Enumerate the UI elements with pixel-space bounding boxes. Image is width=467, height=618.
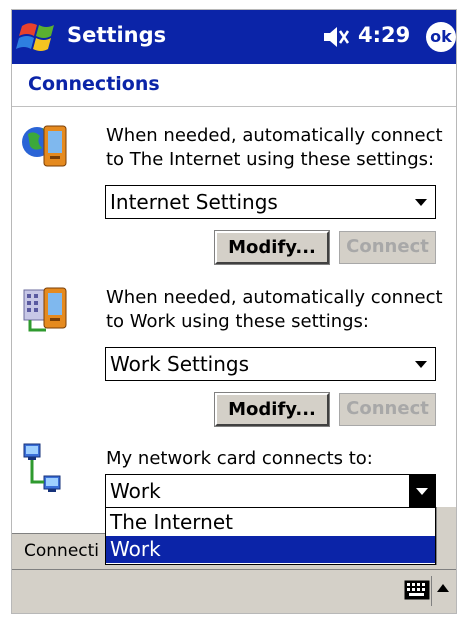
title-divider [12,106,456,107]
chevron-down-icon [415,199,427,206]
internet-modify-button[interactable]: Modify... [214,230,330,265]
internet-description: When needed, automatically connect to Th… [106,124,443,172]
speaker-muted-icon[interactable] [322,23,350,51]
pocketpc-screen: Settings 4:29 ok Connections When needed… [11,9,457,614]
internet-globe-pda-icon [20,118,70,182]
network-card-dropdown[interactable]: Work [105,474,436,508]
app-title: Settings [67,23,167,47]
option-the-internet[interactable]: The Internet [106,509,435,536]
internet-settings-dropdown[interactable]: Internet Settings [105,185,436,219]
list-side-strip [436,507,456,565]
network-card-value: Work [110,479,161,503]
clock[interactable]: 4:29 [358,23,410,47]
internet-connect-button[interactable]: Connect [339,231,436,264]
network-card-options-list[interactable]: The Internet Work [105,507,436,565]
menu-separator [431,576,432,606]
work-modify-button[interactable]: Modify... [214,392,330,427]
work-connect-button[interactable]: Connect [339,393,436,426]
up-arrow-icon[interactable] [437,584,449,592]
work-description-line2: to Work using these settings: [106,311,369,332]
windows-flag-icon [16,23,54,51]
option-work[interactable]: Work [106,536,435,563]
page-title: Connections [28,73,160,95]
work-building-pda-icon [20,280,70,344]
internet-description-line1: When needed, automatically connect [106,125,443,146]
tab-connections[interactable]: Connecti [24,541,99,561]
network-card-icon [22,440,66,504]
ok-button[interactable]: ok [426,22,456,52]
internet-settings-value: Internet Settings [110,190,278,214]
title-bar: Settings 4:29 ok [12,10,456,64]
start-button[interactable] [16,16,60,58]
menu-bar [12,569,456,613]
internet-description-line2: to The Internet using these settings: [106,149,435,170]
keyboard-icon[interactable] [404,580,430,600]
work-settings-value: Work Settings [110,352,250,376]
work-settings-dropdown[interactable]: Work Settings [105,347,436,381]
work-description: When needed, automatically connect to Wo… [106,286,443,334]
network-card-description: My network card connects to: [106,448,373,469]
chevron-down-icon [416,488,428,495]
work-description-line1: When needed, automatically connect [106,287,443,308]
chevron-down-icon [415,361,427,368]
